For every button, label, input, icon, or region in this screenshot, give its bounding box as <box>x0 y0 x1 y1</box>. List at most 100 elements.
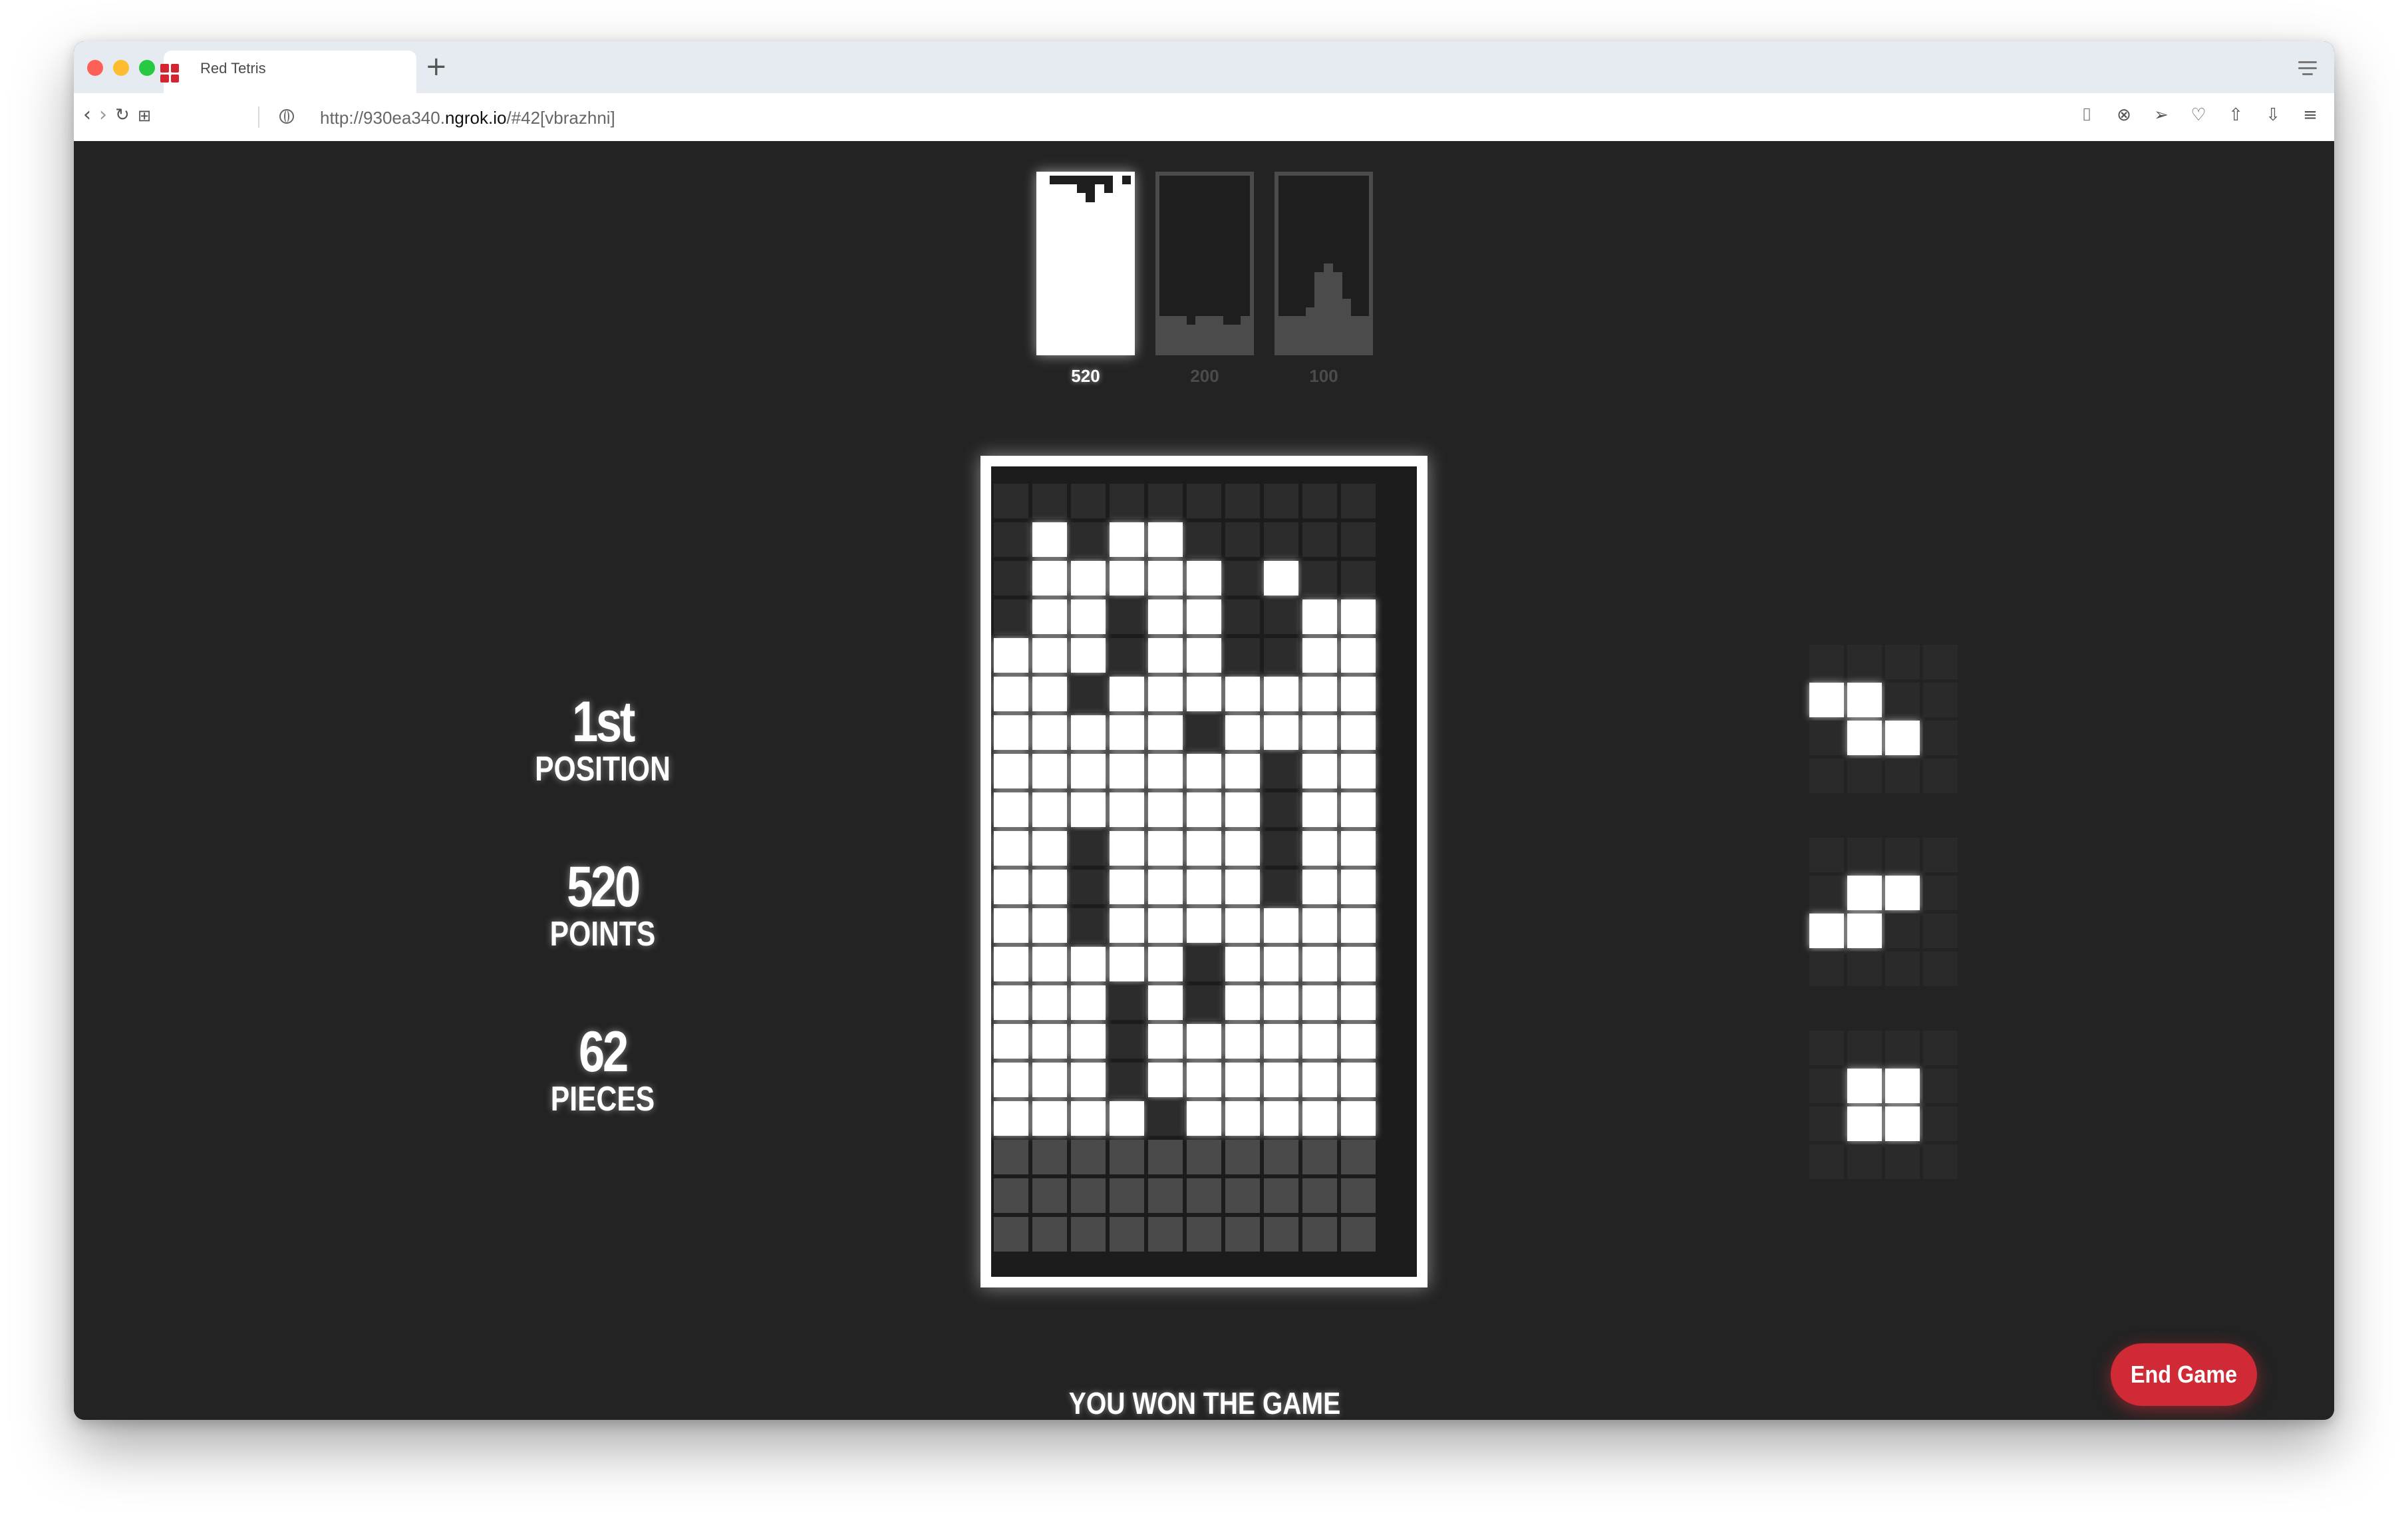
forward-arrow-icon[interactable]: › <box>99 105 107 125</box>
board-cell <box>1187 1063 1221 1097</box>
board-cell <box>1302 1178 1337 1213</box>
spectrum-column <box>1332 272 1342 351</box>
board-cell <box>1225 599 1260 634</box>
next-piece-cell <box>1923 914 1958 948</box>
board-cell <box>1225 908 1260 943</box>
board-cell <box>1148 1140 1183 1174</box>
camera-icon[interactable]: ⌷ <box>2077 105 2096 125</box>
next-piece-cell <box>1923 1069 1958 1103</box>
next-piece-cell <box>1847 1106 1882 1141</box>
board-cell <box>994 677 1028 711</box>
board-cell <box>994 947 1028 981</box>
back-arrow-icon[interactable]: ‹ <box>83 105 91 125</box>
spectrum-column <box>1350 316 1360 351</box>
board-cell <box>1071 947 1106 981</box>
heart-icon[interactable]: ♡ <box>2189 105 2208 125</box>
board-cell <box>1187 1024 1221 1059</box>
board-cell <box>1341 599 1376 634</box>
pieces-label: PIECES <box>550 1080 655 1118</box>
board-cell <box>994 831 1028 866</box>
board-cell <box>994 1024 1028 1059</box>
board-cell <box>1148 754 1183 788</box>
opponent-spectrum: 100 <box>1275 172 1373 386</box>
board-cell <box>1225 1024 1260 1059</box>
board-cell <box>994 908 1028 943</box>
board-cell <box>1302 985 1337 1020</box>
board-cell <box>1032 484 1067 518</box>
game-board[interactable] <box>980 456 1428 1287</box>
next-piece-cell <box>1847 838 1882 872</box>
reload-icon[interactable]: ↻ <box>115 106 130 124</box>
board-cell <box>1110 754 1144 788</box>
board-cell <box>1148 484 1183 518</box>
adblock-icon[interactable]: ⊗ <box>2115 105 2133 125</box>
position-label: POSITION <box>535 750 671 788</box>
board-cell <box>1187 484 1221 518</box>
board-cell <box>1302 1101 1337 1136</box>
url-host: ngrok.io <box>444 108 507 128</box>
spectrum-column <box>1324 263 1334 351</box>
board-cell <box>1302 561 1337 595</box>
download-icon[interactable]: ⇩ <box>2264 105 2282 125</box>
url-field[interactable]: http://930ea340.ngrok.io/#42[vbrazhni] <box>320 108 615 128</box>
next-piece-cell <box>1885 1106 1920 1141</box>
board-cell <box>1110 1217 1144 1252</box>
board-cell <box>1071 831 1106 866</box>
board-cell <box>1148 522 1183 557</box>
board-cell <box>1148 1217 1183 1252</box>
board-cell <box>1148 908 1183 943</box>
board-cell <box>1187 1178 1221 1213</box>
speed-dial-grid-icon[interactable]: ⊞ <box>138 108 151 124</box>
next-piece-cell <box>1885 645 1920 679</box>
new-tab-plus-icon[interactable]: + <box>425 53 448 80</box>
board-cell <box>1264 985 1298 1020</box>
board-cell <box>1341 870 1376 904</box>
next-piece-cell <box>1847 876 1882 910</box>
spectrum-column <box>1296 316 1306 351</box>
browser-window: Red Tetris + ‹ › ↻ ⊞ http://930ea340.ngr… <box>74 41 2334 1420</box>
board-cell <box>1032 908 1067 943</box>
spectrum-column <box>1086 202 1096 351</box>
board-cell <box>1187 870 1221 904</box>
end-game-button[interactable]: End Game <box>2111 1343 2257 1406</box>
next-piece-cell <box>1885 1031 1920 1065</box>
board-cell <box>1187 638 1221 673</box>
board-cell <box>1264 484 1298 518</box>
minimize-window-button[interactable] <box>113 60 129 76</box>
next-piece-cell <box>1809 914 1844 948</box>
board-cell <box>1187 792 1221 827</box>
spectrum-column <box>1112 176 1122 351</box>
board-cell <box>1341 561 1376 595</box>
menu-icon[interactable]: ≡ <box>2301 105 2320 125</box>
spectrum-column <box>1287 316 1297 351</box>
board-cell <box>1341 715 1376 750</box>
maximize-window-button[interactable] <box>139 60 155 76</box>
board-cell <box>1032 831 1067 866</box>
send-icon[interactable]: ➢ <box>2152 105 2171 125</box>
board-cell <box>1225 638 1260 673</box>
board-cell <box>1187 599 1221 634</box>
board-cell <box>1187 1217 1221 1252</box>
next-piece-cell <box>1923 721 1958 755</box>
board-cell <box>1302 638 1337 673</box>
board-cell <box>1225 754 1260 788</box>
spectrum-column <box>1279 316 1288 351</box>
game-status-message: YOU WON THE GAME <box>1068 1386 1341 1420</box>
share-icon[interactable]: ⇧ <box>2226 105 2245 125</box>
board-cell <box>994 754 1028 788</box>
board-cell <box>1302 792 1337 827</box>
board-cell <box>994 715 1028 750</box>
close-window-button[interactable] <box>87 60 103 76</box>
board-cell <box>1032 1217 1067 1252</box>
board-cell <box>1225 1178 1260 1213</box>
next-piece-cell <box>1847 1069 1882 1103</box>
board-cell <box>1071 1101 1106 1136</box>
spectrum-column <box>1049 184 1059 351</box>
board-cell <box>994 599 1028 634</box>
board-cell <box>1071 985 1106 1020</box>
globe-icon <box>279 109 294 124</box>
board-cell <box>1032 870 1067 904</box>
tab-menu-icon[interactable] <box>2298 61 2317 79</box>
board-cell <box>994 561 1028 595</box>
board-cell <box>1148 1063 1183 1097</box>
